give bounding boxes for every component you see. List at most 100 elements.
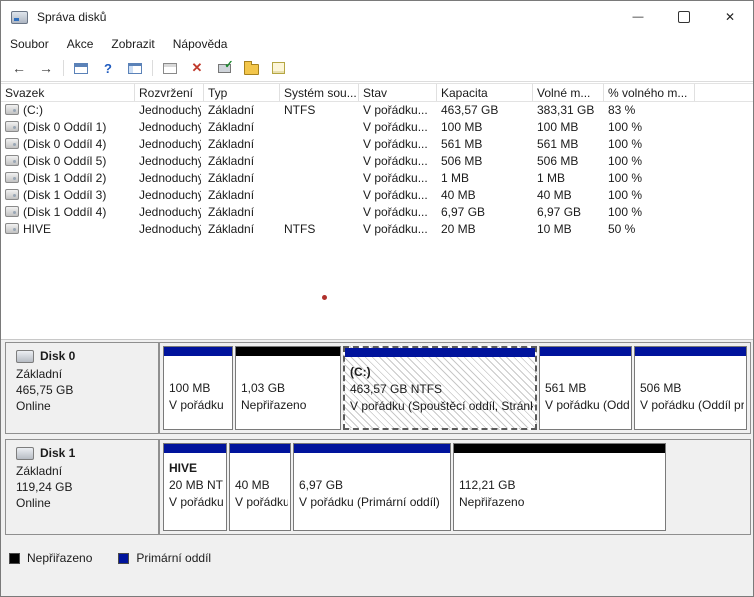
partition-size: 112,21 GB — [459, 478, 663, 492]
volume-row[interactable]: (Disk 0 Oddíl 5) Jednoduchý Základní V p… — [1, 153, 753, 170]
show-action-pane-icon[interactable] — [125, 58, 145, 78]
cell-volume: HIVE — [23, 222, 135, 236]
menu-bar: Soubor Akce Zobrazit Nápověda — [1, 33, 753, 55]
partition-box[interactable]: 6,97 GB V pořádku (Primární oddíl) — [293, 443, 451, 531]
primary-partition-strip — [164, 347, 232, 356]
delete-volume-icon[interactable] — [187, 58, 207, 78]
cell-pct: 100 % — [608, 171, 692, 185]
cell-fs: NTFS — [284, 222, 356, 236]
partition-status: V pořádku (Primární oddíl) — [299, 495, 448, 509]
cell-free: 100 MB — [537, 120, 600, 134]
partition-box[interactable]: HIVE 20 MB NTFS V pořádku (Primární oddí… — [163, 443, 227, 531]
cell-fs: NTFS — [284, 103, 356, 117]
column-header-volne-misto[interactable]: Volné m... — [533, 84, 604, 101]
column-header-rozvrzeni[interactable]: Rozvržení — [135, 84, 204, 101]
cell-free: 561 MB — [537, 137, 600, 151]
cell-layout: Jednoduchý — [139, 137, 201, 151]
volume-row[interactable]: (C:) Jednoduchý Základní NTFS V pořádku.… — [1, 102, 753, 119]
cell-type: Základní — [208, 137, 278, 151]
volume-icon — [5, 155, 19, 166]
title-bar: Správa disků — [1, 1, 753, 33]
partition-size: 20 MB NTFS — [169, 478, 224, 492]
disk-1-panel[interactable]: Disk 1 Základní 119,24 GB Online — [5, 439, 159, 535]
unallocated-strip — [236, 347, 340, 356]
open-folder-icon[interactable] — [241, 58, 261, 78]
volume-row[interactable]: (Disk 1 Oddíl 4) Jednoduchý Základní V p… — [1, 204, 753, 221]
column-header-kapacita[interactable]: Kapacita — [437, 84, 533, 101]
show-console-tree-icon[interactable] — [71, 58, 91, 78]
minimize-button[interactable] — [615, 1, 661, 33]
cell-type: Základní — [208, 120, 278, 134]
properties-dialog-icon[interactable] — [160, 58, 180, 78]
column-header-typ[interactable]: Typ — [204, 84, 280, 101]
cell-layout: Jednoduchý — [139, 120, 201, 134]
cell-free: 383,31 GB — [537, 103, 600, 117]
partition-box[interactable]: 100 MB V pořádku — [163, 346, 233, 430]
cell-layout: Jednoduchý — [139, 171, 201, 185]
partition-box[interactable]: 1,03 GB Nepřiřazeno — [235, 346, 341, 430]
partition-size: 463,57 GB NTFS — [350, 382, 533, 396]
cell-layout: Jednoduchý — [139, 188, 201, 202]
primary-partition-strip — [164, 444, 226, 453]
red-dot-artifact — [322, 295, 327, 300]
menu-akce[interactable]: Akce — [58, 34, 103, 54]
volume-row[interactable]: (Disk 0 Oddíl 4) Jednoduchý Základní V p… — [1, 136, 753, 153]
disk-name: Disk 1 — [40, 446, 75, 460]
help-icon[interactable] — [98, 58, 118, 78]
unallocated-strip — [454, 444, 665, 453]
close-button[interactable] — [707, 1, 753, 33]
cell-volume: (Disk 1 Oddíl 2) — [23, 171, 135, 185]
partition-status: V pořádku (Primární oddíl) — [235, 495, 288, 509]
disk-0-panel[interactable]: Disk 0 Základní 465,75 GB Online — [5, 342, 159, 434]
cell-capacity: 1 MB — [441, 171, 529, 185]
partition-status: V pořádku (Spouštěcí oddíl, Stránkovací … — [350, 399, 533, 413]
column-header-system-souboru[interactable]: Systém sou... — [280, 84, 359, 101]
partition-box[interactable]: 112,21 GB Nepřiřazeno — [453, 443, 666, 531]
cell-type: Základní — [208, 205, 278, 219]
volume-row[interactable]: (Disk 1 Oddíl 2) Jednoduchý Základní V p… — [1, 170, 753, 187]
volume-icon — [5, 104, 19, 115]
partition-box[interactable]: 506 MB V pořádku (Oddíl pro obnovení) — [634, 346, 747, 430]
check-disk-icon[interactable] — [214, 58, 234, 78]
cell-type: Základní — [208, 222, 278, 236]
forward-icon[interactable] — [36, 58, 56, 78]
volume-row[interactable]: (Disk 0 Oddíl 1) Jednoduchý Základní V p… — [1, 119, 753, 136]
disk-0-partitions: 100 MB V pořádku 1,03 GB Nepřiřazeno (C:… — [159, 342, 751, 434]
partition-box[interactable]: 561 MB V pořádku (Oddíl pro obnovení) — [539, 346, 632, 430]
disk-icon — [16, 350, 34, 363]
cell-capacity: 40 MB — [441, 188, 529, 202]
toolbar-separator — [63, 60, 64, 76]
back-icon[interactable] — [9, 58, 29, 78]
partition-box[interactable]: 40 MB V pořádku (Primární oddíl) — [229, 443, 291, 531]
cell-type: Základní — [208, 171, 278, 185]
partition-status: V pořádku — [169, 398, 230, 412]
partition-status: V pořádku (Oddíl pro obnovení) — [640, 398, 744, 412]
cell-type: Základní — [208, 154, 278, 168]
column-header-svazek[interactable]: Svazek — [1, 84, 135, 101]
partition-box-selected[interactable]: (C:) 463,57 GB NTFS V pořádku (Spouštěcí… — [343, 346, 537, 430]
partition-status: V pořádku (Oddíl pro obnovení) — [545, 398, 629, 412]
menu-zobrazit[interactable]: Zobrazit — [102, 34, 163, 54]
disk-icon — [16, 447, 34, 460]
volume-icon — [5, 172, 19, 183]
disk-1-block: Disk 1 Základní 119,24 GB Online HIVE 20… — [5, 439, 751, 535]
cell-pct: 100 % — [608, 137, 692, 151]
cell-free: 10 MB — [537, 222, 600, 236]
disk-size: 119,24 GB — [16, 480, 158, 494]
volume-icon — [5, 121, 19, 132]
partition-label: HIVE — [169, 461, 224, 475]
primary-partition-swatch — [118, 553, 129, 564]
partition-size: 6,97 GB — [299, 478, 448, 492]
menu-soubor[interactable]: Soubor — [1, 34, 58, 54]
partition-size: 506 MB — [640, 381, 744, 395]
partition-status: Nepřiřazeno — [241, 398, 338, 412]
cell-pct: 100 % — [608, 188, 692, 202]
volume-row[interactable]: (Disk 1 Oddíl 3) Jednoduchý Základní V p… — [1, 187, 753, 204]
maximize-button[interactable] — [661, 1, 707, 33]
volume-row[interactable]: HIVE Jednoduchý Základní NTFS V pořádku.… — [1, 221, 753, 238]
legend-label-unallocated: Nepřiřazeno — [27, 551, 92, 565]
column-header-stav[interactable]: Stav — [359, 84, 437, 101]
new-volume-icon[interactable] — [268, 58, 288, 78]
menu-napoveda[interactable]: Nápověda — [164, 34, 237, 54]
column-header-pct-volneho[interactable]: % volného m... — [604, 84, 695, 101]
